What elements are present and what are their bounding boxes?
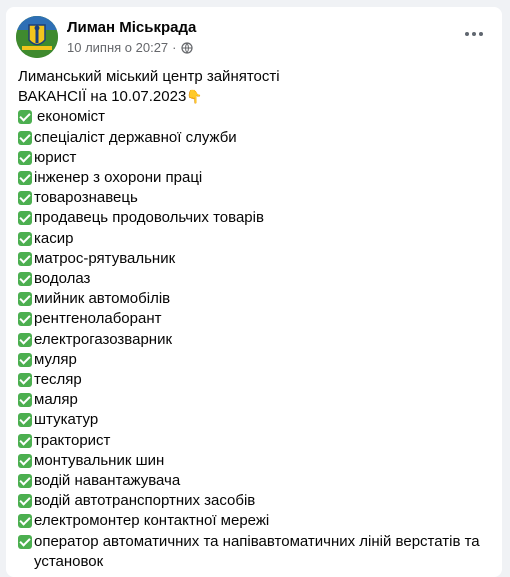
vacancy-item: касир bbox=[18, 229, 492, 249]
vacancy-label: монтувальник шин bbox=[34, 451, 165, 469]
check-mark-icon bbox=[18, 373, 32, 388]
vacancy-label: спеціаліст державної служби bbox=[34, 128, 237, 146]
vacancy-list: економіст спеціаліст державної служби юрис… bbox=[18, 107, 492, 572]
vacancy-label: касир bbox=[34, 229, 74, 247]
check-mark-icon bbox=[18, 171, 32, 186]
vacancy-item: тракторист bbox=[18, 431, 492, 451]
vacancy-item: водій навантажувача bbox=[18, 471, 492, 491]
page-avatar[interactable] bbox=[16, 16, 58, 58]
vacancy-item: водолаз bbox=[18, 269, 492, 289]
check-mark-icon bbox=[18, 453, 32, 468]
vacancy-label: маляр bbox=[34, 391, 78, 409]
check-mark-icon bbox=[18, 211, 32, 226]
post-text: Лиманський міський центр зайнятості ВАКА… bbox=[18, 67, 492, 572]
check-mark-icon bbox=[18, 332, 32, 347]
vacancy-item: оператор автоматичних та напівавтоматичн… bbox=[18, 532, 492, 572]
check-mark-icon bbox=[18, 433, 32, 448]
check-mark-icon bbox=[18, 191, 32, 206]
headline-line: ВАКАНСІЇ на 10.07.2023👇 bbox=[18, 87, 492, 107]
check-mark-icon bbox=[18, 534, 32, 549]
vacancy-label: продавець продовольчих товарів bbox=[34, 209, 264, 227]
vacancy-item: монтувальник шин bbox=[18, 451, 492, 471]
vacancy-item: рентгенолаборант bbox=[18, 309, 492, 329]
check-mark-icon bbox=[18, 251, 32, 266]
post-timestamp[interactable]: 10 липня о 20:27 bbox=[67, 40, 168, 55]
vacancy-label: матрос-рятувальник bbox=[34, 249, 176, 267]
vacancy-item: економіст bbox=[18, 107, 492, 127]
vacancy-item: електромонтер контактної мережі bbox=[18, 511, 492, 531]
check-mark-icon bbox=[18, 352, 32, 367]
intro-line: Лиманський міський центр зайнятості bbox=[18, 68, 280, 85]
vacancy-label: юрист bbox=[34, 148, 77, 166]
post-meta: 10 липня о 20:27 · bbox=[67, 40, 193, 55]
vacancy-item: продавець продовольчих товарів bbox=[18, 208, 492, 228]
vacancy-label: економіст bbox=[37, 108, 106, 126]
meta-separator: · bbox=[172, 40, 177, 55]
vacancy-label: тесляр bbox=[34, 371, 82, 389]
check-mark-icon bbox=[18, 110, 32, 125]
vacancy-item: мийник автомобілів bbox=[18, 289, 492, 309]
vacancy-label: інженер з охорони праці bbox=[34, 169, 203, 187]
check-mark-icon bbox=[18, 312, 32, 327]
vacancy-label: електрогазозварник bbox=[34, 330, 173, 348]
vacancy-item: спеціаліст державної служби bbox=[18, 128, 492, 148]
globe-icon bbox=[180, 41, 193, 54]
check-mark-icon bbox=[18, 514, 32, 529]
vacancy-label: муляр bbox=[34, 350, 77, 368]
vacancy-label: водолаз bbox=[34, 270, 91, 288]
vacancy-label: електромонтер контактної мережі bbox=[34, 512, 270, 530]
pointing-down-icon: 👇 bbox=[186, 89, 203, 105]
check-mark-icon bbox=[18, 494, 32, 509]
vacancy-item: водій автотранспортних засобів bbox=[18, 491, 492, 511]
vacancy-label: штукатур bbox=[34, 411, 99, 429]
vacancy-item: інженер з охорони праці bbox=[18, 168, 492, 188]
coat-of-arms-logo bbox=[16, 16, 58, 58]
vacancy-label: оператор автоматичних та напівавтоматичн… bbox=[34, 532, 480, 570]
check-mark-icon bbox=[18, 474, 32, 489]
vacancy-label: мийник автомобілів bbox=[34, 290, 171, 308]
check-mark-icon bbox=[18, 130, 32, 145]
vacancy-label: водій навантажувача bbox=[34, 472, 181, 490]
post-header: Лиман Міськрада 10 липня о 20:27 · bbox=[16, 16, 492, 60]
headline-text: ВАКАНСІЇ на 10.07.2023 bbox=[18, 88, 187, 106]
page-name-link[interactable]: Лиман Міськрада bbox=[67, 19, 196, 36]
vacancy-item: маляр bbox=[18, 390, 492, 410]
vacancy-label: тракторист bbox=[34, 431, 111, 449]
vacancy-item: тесляр bbox=[18, 370, 492, 390]
check-mark-icon bbox=[18, 150, 32, 165]
check-mark-icon bbox=[18, 292, 32, 307]
vacancy-item: матрос-рятувальник bbox=[18, 249, 492, 269]
vacancy-label: товарознавець bbox=[34, 189, 138, 207]
vacancy-item: електрогазозварник bbox=[18, 330, 492, 350]
vacancy-item: товарознавець bbox=[18, 188, 492, 208]
vacancy-item: юрист bbox=[18, 148, 492, 168]
check-mark-icon bbox=[18, 272, 32, 287]
vacancy-label: рентгенолаборант bbox=[34, 310, 162, 328]
more-options-button[interactable] bbox=[460, 20, 488, 48]
vacancy-item: муляр bbox=[18, 350, 492, 370]
check-mark-icon bbox=[18, 231, 32, 246]
more-options-icon bbox=[465, 32, 483, 36]
check-mark-icon bbox=[18, 413, 32, 428]
vacancy-label: водій автотранспортних засобів bbox=[34, 492, 256, 510]
vacancy-item: штукатур bbox=[18, 410, 492, 430]
post-card: Лиман Міськрада 10 липня о 20:27 · Лиман… bbox=[6, 7, 502, 577]
check-mark-icon bbox=[18, 393, 32, 408]
